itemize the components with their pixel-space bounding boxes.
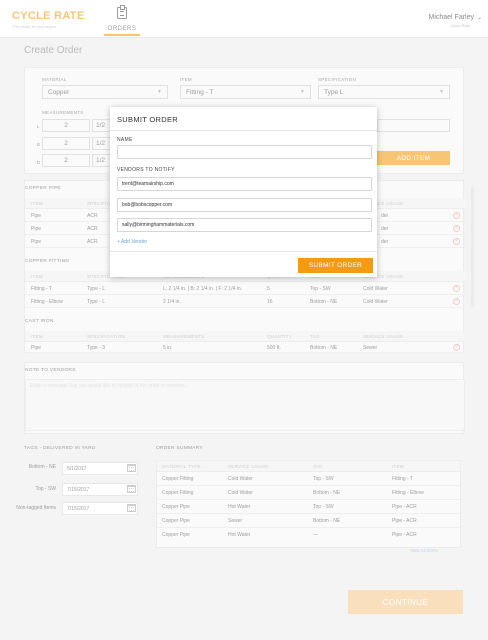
submit-order-button[interactable]: SUBMIT ORDER	[298, 258, 373, 273]
vendor-email: sally@birminghammaterials.com	[122, 222, 195, 228]
modal-title: SUBMIT ORDER	[117, 115, 178, 124]
modal-divider	[110, 130, 377, 131]
vendor-email-field[interactable]: bob@bobscopper.com	[117, 198, 372, 212]
modal-divider	[110, 251, 377, 252]
vendor-email-field[interactable]: sally@birminghammaterials.com	[117, 218, 372, 232]
vendor-email-field[interactable]: trent@teamairship.com	[117, 177, 372, 191]
name-input[interactable]	[117, 145, 372, 159]
add-vendor-link[interactable]: + Add Vendor	[117, 239, 147, 245]
vendor-email: trent@teamairship.com	[122, 181, 174, 187]
name-label: NAME	[117, 137, 133, 143]
name-input-text[interactable]	[122, 146, 371, 158]
vendors-label: VENDORS TO NOTIFY	[117, 167, 175, 173]
submit-order-modal: SUBMIT ORDER NAME VENDORS TO NOTIFY tren…	[110, 107, 377, 277]
modal-overlay[interactable]	[0, 0, 488, 640]
vendor-email: bob@bobscopper.com	[122, 202, 173, 208]
